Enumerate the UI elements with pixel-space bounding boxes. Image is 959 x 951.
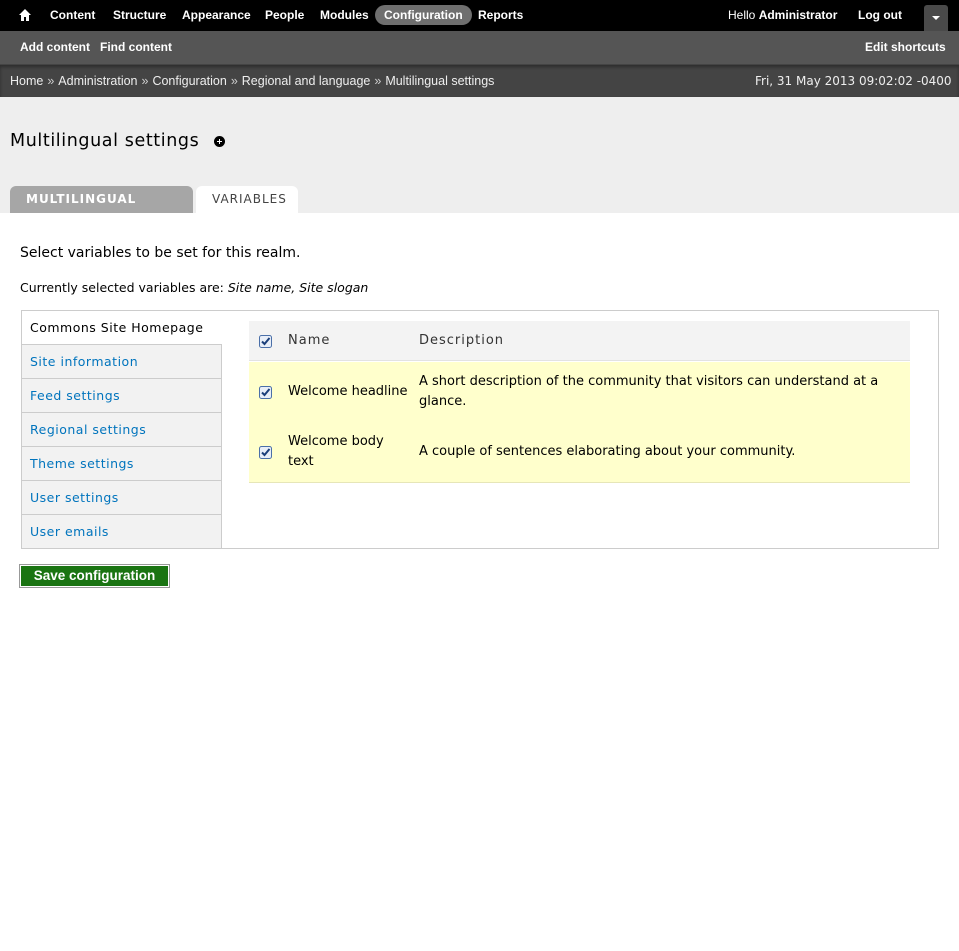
vtab-feed-settings[interactable]: Feed settings xyxy=(22,379,221,413)
user-greeting: Hello Administrator xyxy=(728,0,837,30)
breadcrumb: Home» Administration» Configuration» Region… xyxy=(10,74,495,88)
home-icon[interactable] xyxy=(18,8,32,22)
table-row: Welcome headline A short description of … xyxy=(249,362,910,412)
add-shortcut-icon[interactable] xyxy=(214,136,225,147)
page-header: Multilingual settings MULTILINGUAL SYSTE… xyxy=(0,97,959,232)
shortcut-find-content[interactable]: Find content xyxy=(100,31,172,63)
logout-link[interactable]: Log out xyxy=(858,0,902,31)
tab-multilingual-system[interactable]: MULTILINGUAL SYSTEM xyxy=(10,186,193,232)
toolbar-menu-appearance[interactable]: Appearance xyxy=(182,0,251,31)
toolbar-menu-modules[interactable]: Modules xyxy=(320,0,369,31)
toolbar-menu-people[interactable]: People xyxy=(265,0,304,31)
user-name[interactable]: Administrator xyxy=(759,8,838,22)
save-configuration-button[interactable]: Save configuration xyxy=(19,564,170,588)
current-variables-label: Currently selected variables are: xyxy=(20,280,228,295)
vtab-theme-settings[interactable]: Theme settings xyxy=(22,447,221,481)
vtab-user-settings[interactable]: User settings xyxy=(22,481,221,515)
vtab-user-emails[interactable]: User emails xyxy=(22,515,221,548)
intro-text: Select variables to be set for this real… xyxy=(20,245,301,261)
column-header-description: Description xyxy=(419,333,505,348)
row-checkbox-welcome-body-text[interactable] xyxy=(259,446,272,459)
vtab-commons-site-homepage[interactable]: Commons Site Homepage xyxy=(22,311,222,345)
datetime-display: Fri, 31 May 2013 09:02:02 -0400 xyxy=(755,74,952,88)
shortcut-add-content[interactable]: Add content xyxy=(20,31,90,63)
greeting-prefix: Hello xyxy=(728,8,759,22)
save-button-label: Save configuration xyxy=(21,566,168,586)
shortcuts-bar: Add content Find content Edit shortcuts xyxy=(0,31,959,65)
edit-shortcuts-link[interactable]: Edit shortcuts xyxy=(865,31,946,63)
table-row: Welcome body text A couple of sentences … xyxy=(249,412,910,483)
vertical-tabs-list: Commons Site Homepage Site information F… xyxy=(22,311,222,548)
row-checkbox-welcome-headline[interactable] xyxy=(259,386,272,399)
table-header: Name Description xyxy=(249,321,910,361)
breadcrumb-multilingual-settings[interactable]: Multilingual settings xyxy=(385,74,494,88)
shortcuts-drawer-toggle[interactable] xyxy=(924,5,948,31)
column-header-name: Name xyxy=(288,333,331,348)
toolbar-menu-content[interactable]: Content xyxy=(50,0,95,31)
row-description: A short description of the community tha… xyxy=(419,374,879,409)
tab-variables[interactable]: VARIABLES xyxy=(196,186,298,213)
row-description: A couple of sentences elaborating about … xyxy=(419,444,796,459)
toolbar-menu-configuration[interactable]: Configuration xyxy=(375,5,472,25)
select-all-checkbox[interactable] xyxy=(259,335,272,348)
toolbar-menu-structure[interactable]: Structure xyxy=(113,0,166,31)
vtab-site-information[interactable]: Site information xyxy=(22,345,221,379)
breadcrumb-bar: Home» Administration» Configuration» Region… xyxy=(0,65,959,97)
admin-toolbar: Content Structure Appearance People Modu… xyxy=(0,0,959,31)
breadcrumb-configuration[interactable]: Configuration xyxy=(152,74,226,88)
vtab-regional-settings[interactable]: Regional settings xyxy=(22,413,221,447)
breadcrumb-administration[interactable]: Administration xyxy=(58,74,137,88)
toolbar-menu-reports[interactable]: Reports xyxy=(478,0,523,31)
row-name: Welcome body text xyxy=(288,434,384,469)
row-name: Welcome headline xyxy=(288,384,408,399)
breadcrumb-home[interactable]: Home xyxy=(10,74,43,88)
page-title: Multilingual settings xyxy=(10,131,200,151)
breadcrumb-regional-and-language[interactable]: Regional and language xyxy=(242,74,371,88)
current-variables-values: Site name, Site slogan xyxy=(227,280,369,295)
chevron-down-icon xyxy=(932,16,940,20)
current-variables-text: Currently selected variables are: Site n… xyxy=(20,280,368,295)
